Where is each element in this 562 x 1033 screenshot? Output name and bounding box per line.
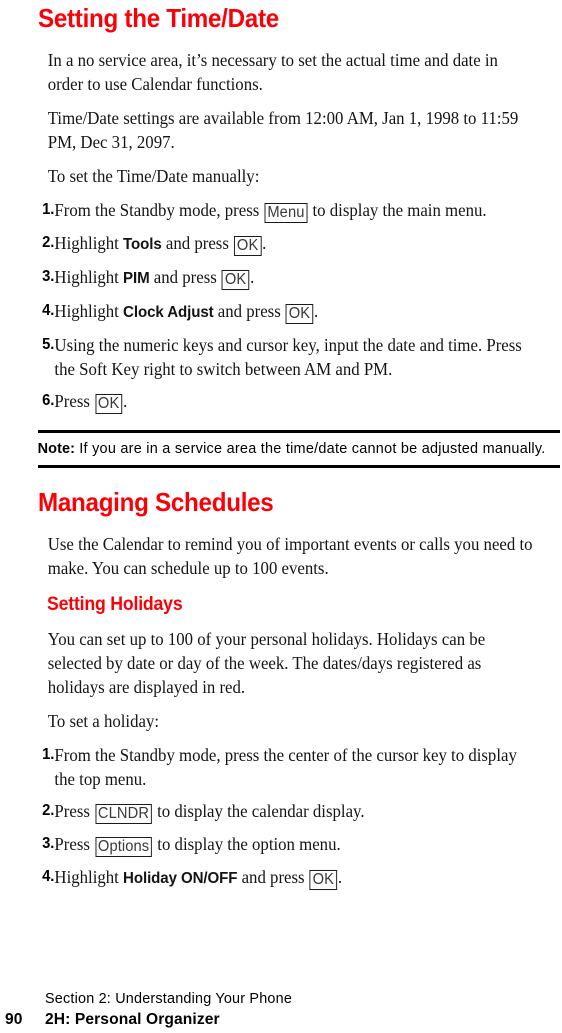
list-item: 1. From the Standby mode, press Menu to …	[0, 198, 537, 223]
step-list-time-date: 1. From the Standby mode, press Menu to …	[0, 198, 562, 414]
softkey-ok[interactable]: OK	[285, 304, 314, 324]
list-text: Highlight Holiday ON/OFF and press OK.	[54, 867, 343, 890]
footer-chapter-line: 90 2H: Personal Organizer	[0, 1009, 562, 1030]
list-text: Press CLNDR to display the calendar disp…	[54, 801, 365, 824]
footer-section-line: Section 2: Understanding Your Phone	[45, 991, 293, 1007]
section-heading-managing-schedules: Managing Schedules	[0, 488, 562, 516]
list-text: Press OK.	[54, 391, 128, 414]
page-title: Setting the Time/Date	[38, 3, 279, 33]
softkey-ok[interactable]: OK	[221, 270, 250, 290]
list-text: From the Standby mode, press Menu to dis…	[54, 200, 487, 223]
list-text: From the Standby mode, press the center …	[54, 745, 517, 789]
list-number: 5.	[42, 336, 55, 353]
list-number: 2.	[42, 802, 55, 819]
list-text: Using the numeric keys and cursor key, i…	[54, 335, 522, 379]
list-number: 4.	[42, 302, 55, 319]
list-text: Press Options to display the option menu…	[54, 834, 341, 857]
list-item: 4. Highlight Holiday ON/OFF and press OK…	[0, 865, 537, 891]
menu-term: Clock Adjust	[123, 304, 214, 321]
subsection-title: Setting Holidays	[47, 594, 183, 615]
softkey-ok[interactable]: OK	[234, 236, 262, 256]
softkey-clndr[interactable]: CLNDR	[95, 804, 152, 824]
note-block: Note: If you are in a service area the t…	[0, 430, 562, 468]
page-footer: Section 2: Understanding Your Phone 90 2…	[0, 990, 562, 1030]
note-label: Note:	[37, 441, 76, 457]
paragraph: Use the Calendar to remind you of import…	[47, 534, 533, 578]
list-item: 3. Press Options to display the option m…	[0, 832, 537, 857]
list-number: 4.	[42, 868, 55, 885]
paragraph: To set the Time/Date manually:	[47, 166, 260, 186]
note-text: Note: If you are in a service area the t…	[0, 433, 556, 465]
paragraph: You can set up to 100 of your personal h…	[47, 629, 486, 697]
manual-page: Setting the Time/Date In a no service ar…	[0, 0, 562, 1033]
list-item: 4. Highlight Clock Adjust and press OK.	[0, 299, 537, 325]
list-number: 1.	[42, 201, 55, 218]
list-text: Highlight Tools and press OK.	[54, 233, 267, 256]
section-title: Managing Schedules	[38, 487, 274, 517]
page-number: 90	[5, 1011, 23, 1028]
list-number: 3.	[42, 835, 55, 852]
footer-chapter-text: 2H: Personal Organizer	[45, 1011, 220, 1028]
paragraph: In a no service area, it’s necessary to …	[47, 50, 498, 94]
list-item: 2. Highlight Tools and press OK.	[0, 231, 537, 257]
list-item: 3. Highlight PIM and press OK.	[0, 265, 537, 291]
paragraph: To set a holiday:	[47, 711, 160, 731]
list-text: Highlight PIM and press OK.	[54, 267, 255, 290]
softkey-menu[interactable]: Menu	[264, 203, 308, 223]
menu-term: Holiday ON/OFF	[123, 870, 238, 887]
list-number: 6.	[42, 392, 55, 409]
menu-term: PIM	[123, 270, 150, 287]
softkey-options[interactable]: Options	[95, 837, 153, 857]
list-item: 2. Press CLNDR to display the calendar d…	[0, 799, 537, 824]
subsection-heading-setting-holidays: Setting Holidays	[0, 594, 562, 615]
step-list-holidays: 1. From the Standby mode, press the cent…	[0, 743, 562, 891]
menu-term: Tools	[123, 236, 162, 253]
list-number: 1.	[42, 746, 55, 763]
list-item: 1. From the Standby mode, press the cent…	[0, 743, 537, 791]
note-body-text: If you are in a service area the time/da…	[75, 441, 546, 457]
list-number: 3.	[42, 268, 55, 285]
softkey-ok[interactable]: OK	[95, 394, 123, 414]
paragraph: Time/Date settings are available from 12…	[47, 108, 519, 152]
section-heading-time-date: Setting the Time/Date	[0, 4, 562, 32]
list-number: 2.	[42, 234, 55, 251]
list-text: Highlight Clock Adjust and press OK.	[54, 301, 319, 324]
list-item: 5. Using the numeric keys and cursor key…	[0, 333, 537, 381]
softkey-ok[interactable]: OK	[309, 870, 337, 890]
list-item: 6. Press OK.	[0, 389, 537, 414]
